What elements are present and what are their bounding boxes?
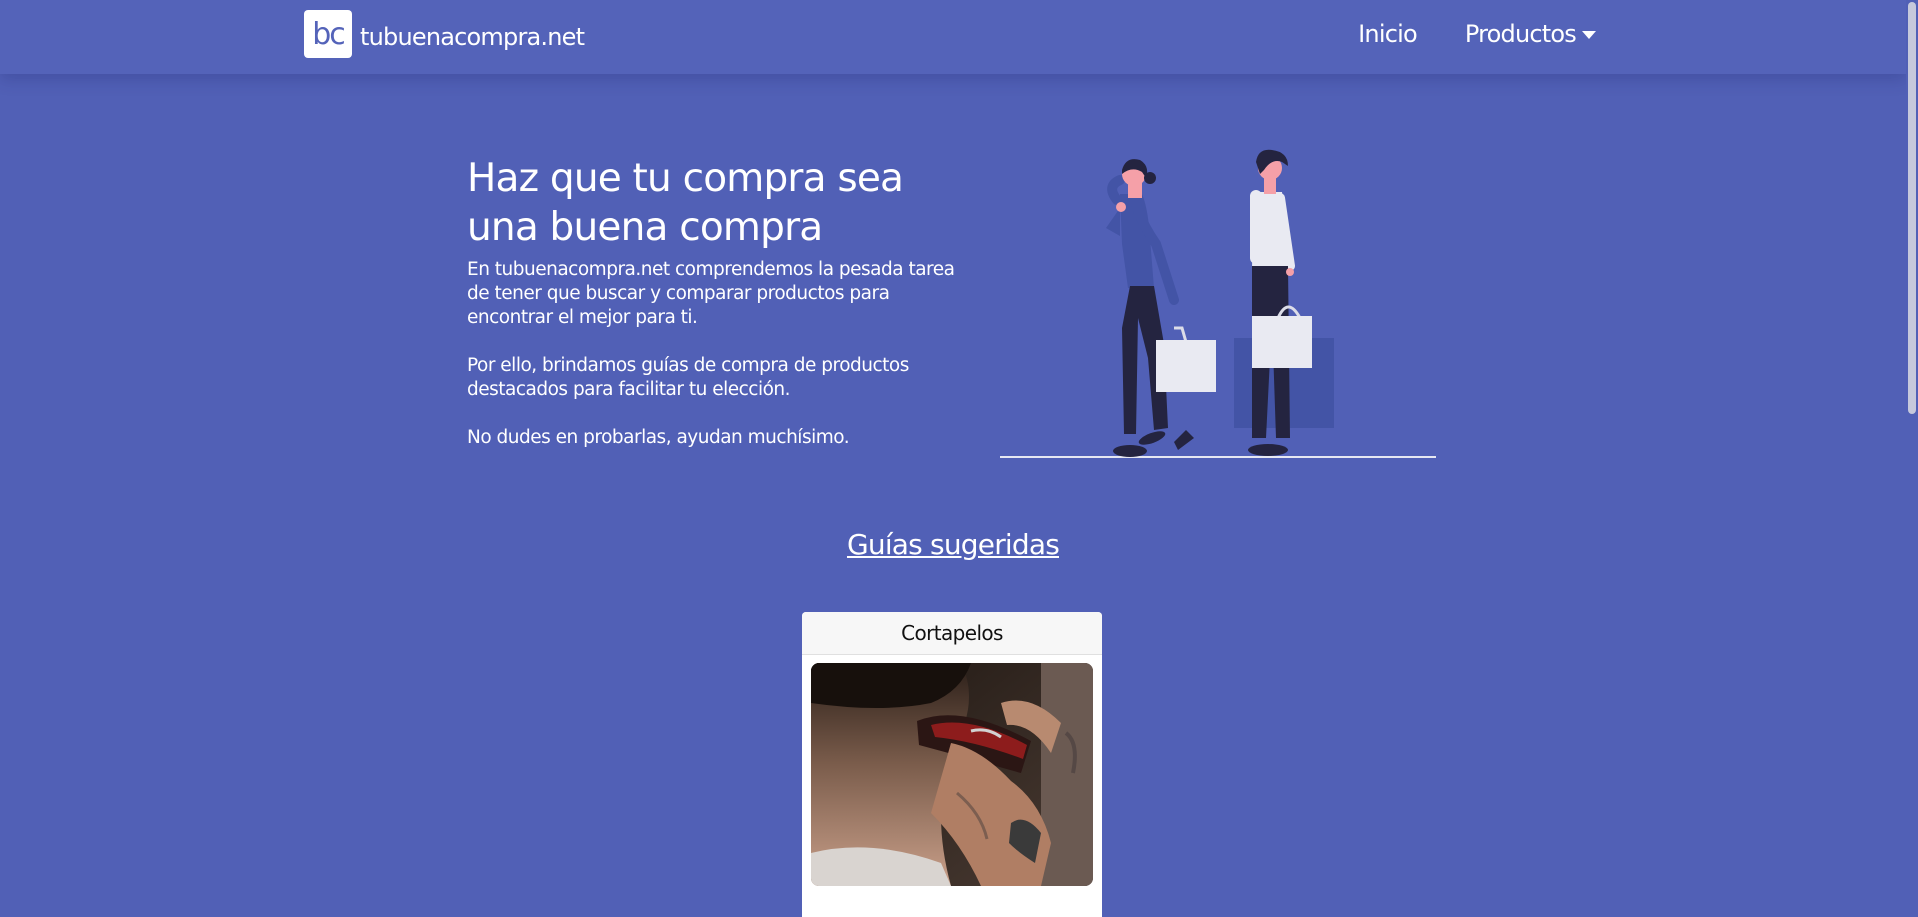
hero-paragraph: No dudes en probarlas, ayudan muchísimo. [467, 427, 850, 448]
card-title: Cortapelos [802, 612, 1102, 655]
nav-links: Inicio Productos [1358, 20, 1596, 48]
nav-link-productos[interactable]: Productos [1465, 20, 1596, 48]
hero-title: Haz que tu compra sea una buena compra [467, 156, 904, 250]
nav-link-label: Productos [1464, 20, 1577, 48]
woman-figure [1106, 159, 1216, 457]
nav-link-label: Inicio [1358, 20, 1418, 48]
section-title[interactable]: Guías sugeridas [0, 528, 1906, 561]
nav-link-inicio[interactable]: Inicio [1358, 20, 1418, 48]
hair-clipper-photo [811, 663, 1093, 886]
man-figure [1234, 149, 1334, 456]
page-scrollbar[interactable] [1906, 0, 1918, 917]
brand-logo: bc [304, 10, 352, 58]
scrollbar-thumb[interactable] [1908, 2, 1916, 414]
brand-name: tubuenacompra.net [360, 23, 585, 51]
caret-down-icon [1582, 31, 1596, 39]
hero-text: Haz que tu compra sea una buena compra E… [467, 154, 967, 450]
shopping-people-illustration [1000, 149, 1436, 458]
guide-card-cortapelos[interactable]: Cortapelos [802, 612, 1102, 917]
hero-paragraph: En tubuenacompra.net comprendemos la pes… [467, 259, 955, 328]
page: bc tubuenacompra.net Inicio Productos Ha… [0, 0, 1918, 917]
brand-link[interactable]: bc tubuenacompra.net [304, 10, 585, 58]
navbar: bc tubuenacompra.net Inicio Productos [0, 0, 1906, 74]
hero-paragraph: Por ello, brindamos guías de compra de p… [467, 355, 909, 400]
